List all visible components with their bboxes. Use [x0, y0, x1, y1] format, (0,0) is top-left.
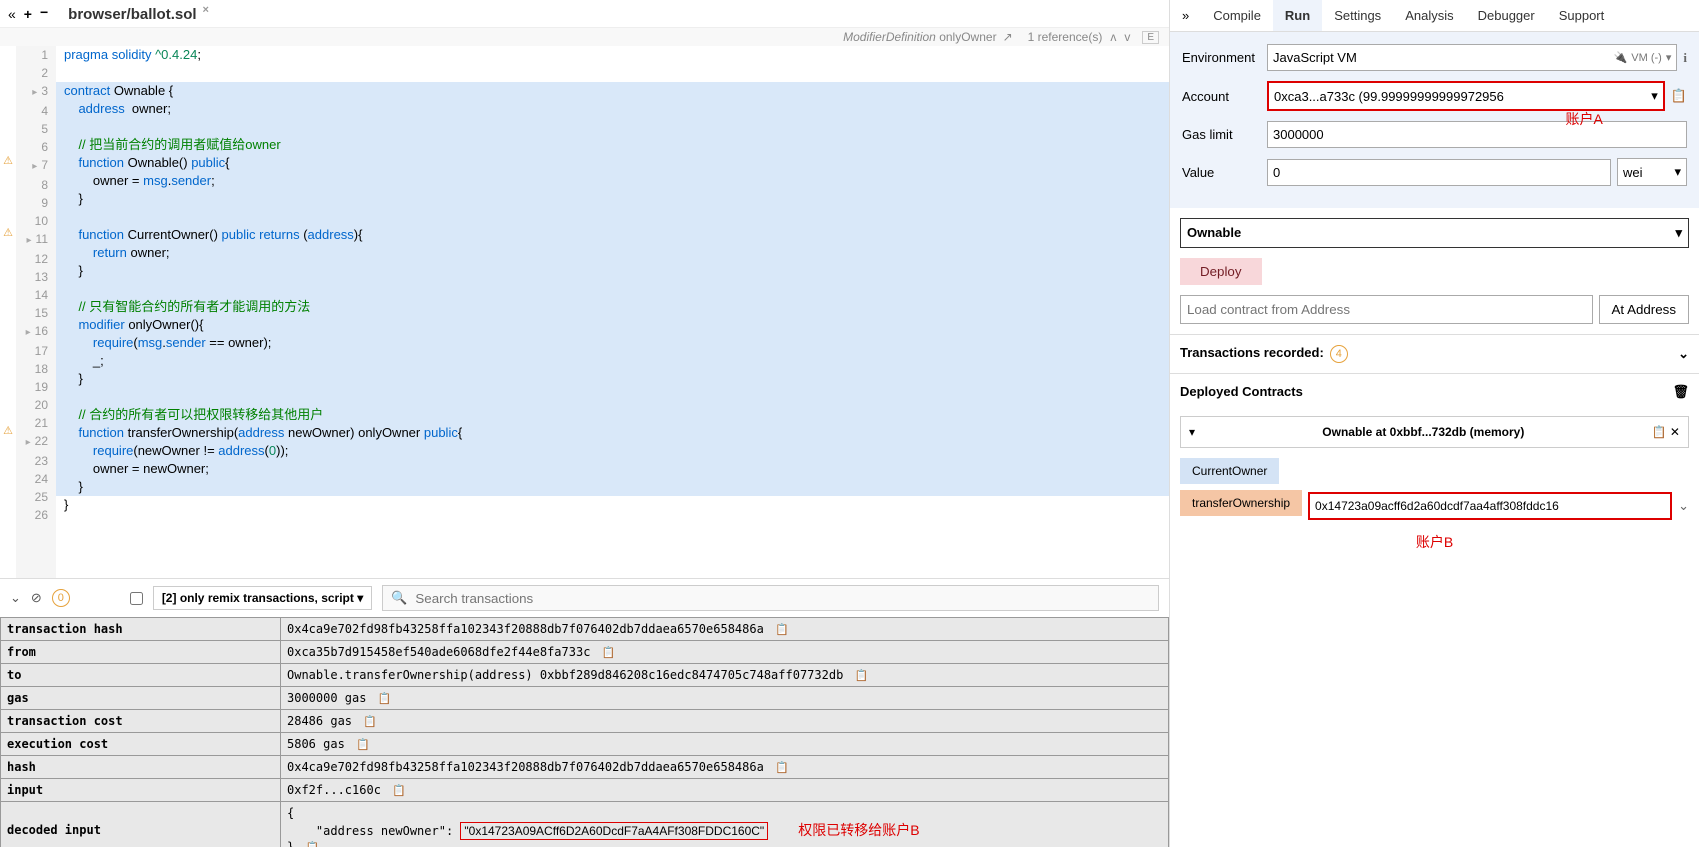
collapse-right-icon[interactable]: » [1170, 0, 1201, 31]
gas-limit-input[interactable]: 3000000 [1267, 121, 1687, 148]
top-bar: « + − browser/ballot.sol× [0, 0, 1169, 28]
contract-select[interactable]: Ownable▾ [1180, 218, 1689, 248]
tx-filter-select[interactable]: [2] only remix transactions, script ▾ [153, 586, 372, 610]
panel-tabs: » Compile Run Settings Analysis Debugger… [1170, 0, 1699, 32]
code-editor[interactable]: ⚠⚠⚠ 12▸3456▸78910▸1112131415▸16171819202… [0, 46, 1169, 578]
annotation-account-a: 账户A [1565, 109, 1602, 129]
expand-instance-icon[interactable]: ▾ [1189, 425, 1195, 439]
account-select[interactable]: 0xca3...a733c (99.99999999999972956▾ 账户A [1267, 81, 1665, 111]
tab-debugger[interactable]: Debugger [1466, 0, 1547, 31]
contract-instance[interactable]: ▾ Ownable at 0xbbf...732db (memory) 📋 ✕ [1180, 416, 1689, 448]
close-instance-icon[interactable]: ✕ [1670, 425, 1680, 439]
plus-icon[interactable]: + [24, 6, 32, 22]
load-address-input[interactable] [1180, 295, 1593, 324]
chevron-down-icon[interactable]: ⌄ [1678, 346, 1689, 362]
tab-run[interactable]: Run [1273, 0, 1322, 31]
tx-count-badge: 4 [1330, 345, 1348, 363]
tab-settings[interactable]: Settings [1322, 0, 1393, 31]
info-icon[interactable]: i [1683, 50, 1687, 66]
copy-instance-icon[interactable]: 📋 [1652, 425, 1667, 439]
minus-icon[interactable]: − [40, 4, 48, 20]
clear-icon[interactable]: ⊘ [31, 590, 42, 606]
references-link[interactable]: 1 reference(s) [1028, 30, 1103, 44]
gas-label: Gas limit [1182, 127, 1267, 142]
tab-support[interactable]: Support [1547, 0, 1617, 31]
expand-down-icon[interactable]: ⌄ [10, 590, 21, 606]
console-toolbar: ⌄ ⊘ 0 [2] only remix transactions, scrip… [0, 578, 1169, 617]
deployed-contracts-header: Deployed Contracts 🗑 [1170, 373, 1699, 410]
tab-analysis[interactable]: Analysis [1393, 0, 1465, 31]
transaction-details[interactable]: transaction hash0x4ca9e702fd98fb43258ffa… [0, 617, 1169, 847]
currentowner-button[interactable]: CurrentOwner [1180, 458, 1279, 484]
account-label: Account [1182, 89, 1267, 104]
annotation-account-b: 账户B [1170, 526, 1699, 558]
transferownership-input[interactable] [1308, 492, 1672, 520]
run-config: Environment JavaScript VM 🔌VM (-) ▾ i Ac… [1170, 32, 1699, 208]
font-size-icon[interactable]: E [1142, 31, 1159, 44]
trash-icon[interactable]: 🗑 [1672, 384, 1689, 400]
at-address-button[interactable]: At Address [1599, 295, 1689, 324]
plug-icon: 🔌 [1614, 51, 1628, 64]
value-input[interactable]: 0 [1267, 159, 1611, 186]
close-tab-icon[interactable]: × [203, 4, 209, 16]
copy-account-icon[interactable]: 📋 [1671, 88, 1687, 104]
transferownership-button[interactable]: transferOwnership [1180, 490, 1302, 516]
transactions-recorded[interactable]: Transactions recorded:4 ⌄ [1170, 334, 1699, 373]
value-unit-select[interactable]: wei▾ [1617, 158, 1687, 186]
deploy-button[interactable]: Deploy [1180, 258, 1262, 285]
search-icon: 🔍 [391, 590, 407, 606]
tab-compile[interactable]: Compile [1201, 0, 1273, 31]
env-label: Environment [1182, 50, 1267, 65]
environment-select[interactable]: JavaScript VM 🔌VM (-) ▾ [1267, 44, 1677, 71]
side-panel: » Compile Run Settings Analysis Debugger… [1170, 0, 1699, 847]
pending-badge: 0 [52, 589, 70, 607]
file-tab[interactable]: browser/ballot.sol× [68, 4, 209, 23]
search-input[interactable] [415, 591, 1150, 606]
value-label: Value [1182, 165, 1267, 180]
listen-checkbox[interactable] [130, 592, 143, 605]
code-reference-bar: ModifierDefinition onlyOwner ↗ 1 referen… [0, 28, 1169, 46]
collapse-left-icon[interactable]: « [8, 6, 16, 22]
editor-panel: « + − browser/ballot.sol× ModifierDefini… [0, 0, 1170, 847]
ref-up-icon[interactable]: ʌ [1110, 30, 1116, 44]
expand-args-icon[interactable]: ⌄ [1678, 498, 1689, 514]
ref-down-icon[interactable]: v [1124, 30, 1130, 44]
goto-icon[interactable]: ↗ [1003, 30, 1013, 44]
